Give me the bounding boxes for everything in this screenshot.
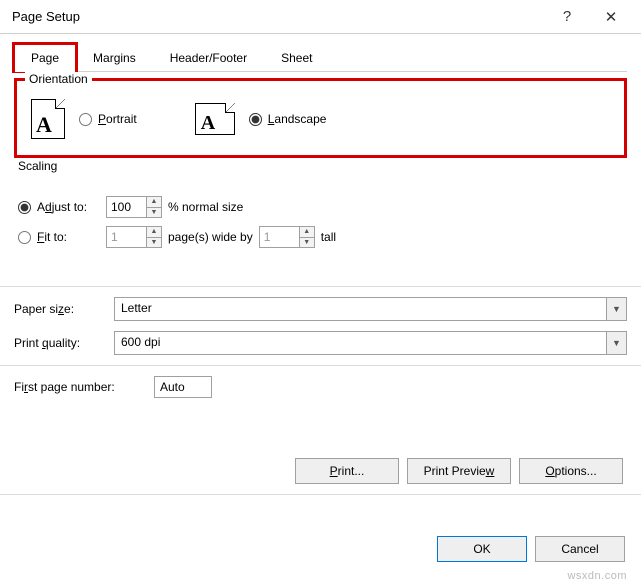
orientation-legend: Orientation xyxy=(25,72,92,86)
spinner-up-icon[interactable]: ▲ xyxy=(300,227,314,238)
watermark: wsxdn.com xyxy=(567,570,627,582)
fit-tall-label: tall xyxy=(321,230,336,244)
options-button[interactable]: Options... xyxy=(519,458,623,484)
fit-tall-spinner[interactable]: ▲▼ xyxy=(259,226,315,248)
first-page-label: First page number: xyxy=(14,380,144,394)
adjust-spinner[interactable]: ▲▼ xyxy=(106,196,162,218)
tab-page[interactable]: Page xyxy=(14,44,76,71)
paper-size-dropdown[interactable]: Letter ▼ xyxy=(114,297,627,321)
portrait-icon: A xyxy=(31,99,65,139)
tab-sheet[interactable]: Sheet xyxy=(264,44,329,71)
scaling-legend: Scaling xyxy=(14,159,61,173)
spinner-down-icon[interactable]: ▼ xyxy=(300,238,314,248)
landscape-radio[interactable]: Landscape xyxy=(249,112,327,126)
print-button[interactable]: Print... xyxy=(295,458,399,484)
chevron-down-icon[interactable]: ▼ xyxy=(606,298,626,320)
scaling-group: Scaling Adjust to: ▲▼ % normal size Fit … xyxy=(14,168,627,276)
landscape-icon: A xyxy=(195,103,235,135)
tab-header-footer[interactable]: Header/Footer xyxy=(153,44,264,71)
fit-to-radio[interactable]: Fit to: xyxy=(18,230,100,244)
first-page-input[interactable] xyxy=(154,376,212,398)
spinner-down-icon[interactable]: ▼ xyxy=(147,238,161,248)
adjust-to-radio[interactable]: Adjust to: xyxy=(18,200,100,214)
adjust-suffix: % normal size xyxy=(168,200,243,214)
chevron-down-icon[interactable]: ▼ xyxy=(606,332,626,354)
print-quality-label: Print quality: xyxy=(14,336,104,350)
window-title: Page Setup xyxy=(12,9,80,24)
fit-wide-spinner[interactable]: ▲▼ xyxy=(106,226,162,248)
orientation-group: Orientation A Portrait A Landscape xyxy=(14,78,627,158)
close-button[interactable]: ✕ xyxy=(589,0,633,33)
paper-size-label: Paper size: xyxy=(14,302,104,316)
tab-margins[interactable]: Margins xyxy=(76,44,153,71)
fit-mid-label: page(s) wide by xyxy=(168,230,253,244)
spinner-down-icon[interactable]: ▼ xyxy=(147,208,161,218)
cancel-button[interactable]: Cancel xyxy=(535,536,625,562)
portrait-radio[interactable]: Portrait xyxy=(79,112,137,126)
print-quality-dropdown[interactable]: 600 dpi ▼ xyxy=(114,331,627,355)
help-button[interactable]: ? xyxy=(545,0,589,33)
print-preview-button[interactable]: Print Preview xyxy=(407,458,511,484)
ok-button[interactable]: OK xyxy=(437,536,527,562)
spinner-up-icon[interactable]: ▲ xyxy=(147,197,161,208)
tabstrip: Page Margins Header/Footer Sheet xyxy=(14,44,627,72)
spinner-up-icon[interactable]: ▲ xyxy=(147,227,161,238)
